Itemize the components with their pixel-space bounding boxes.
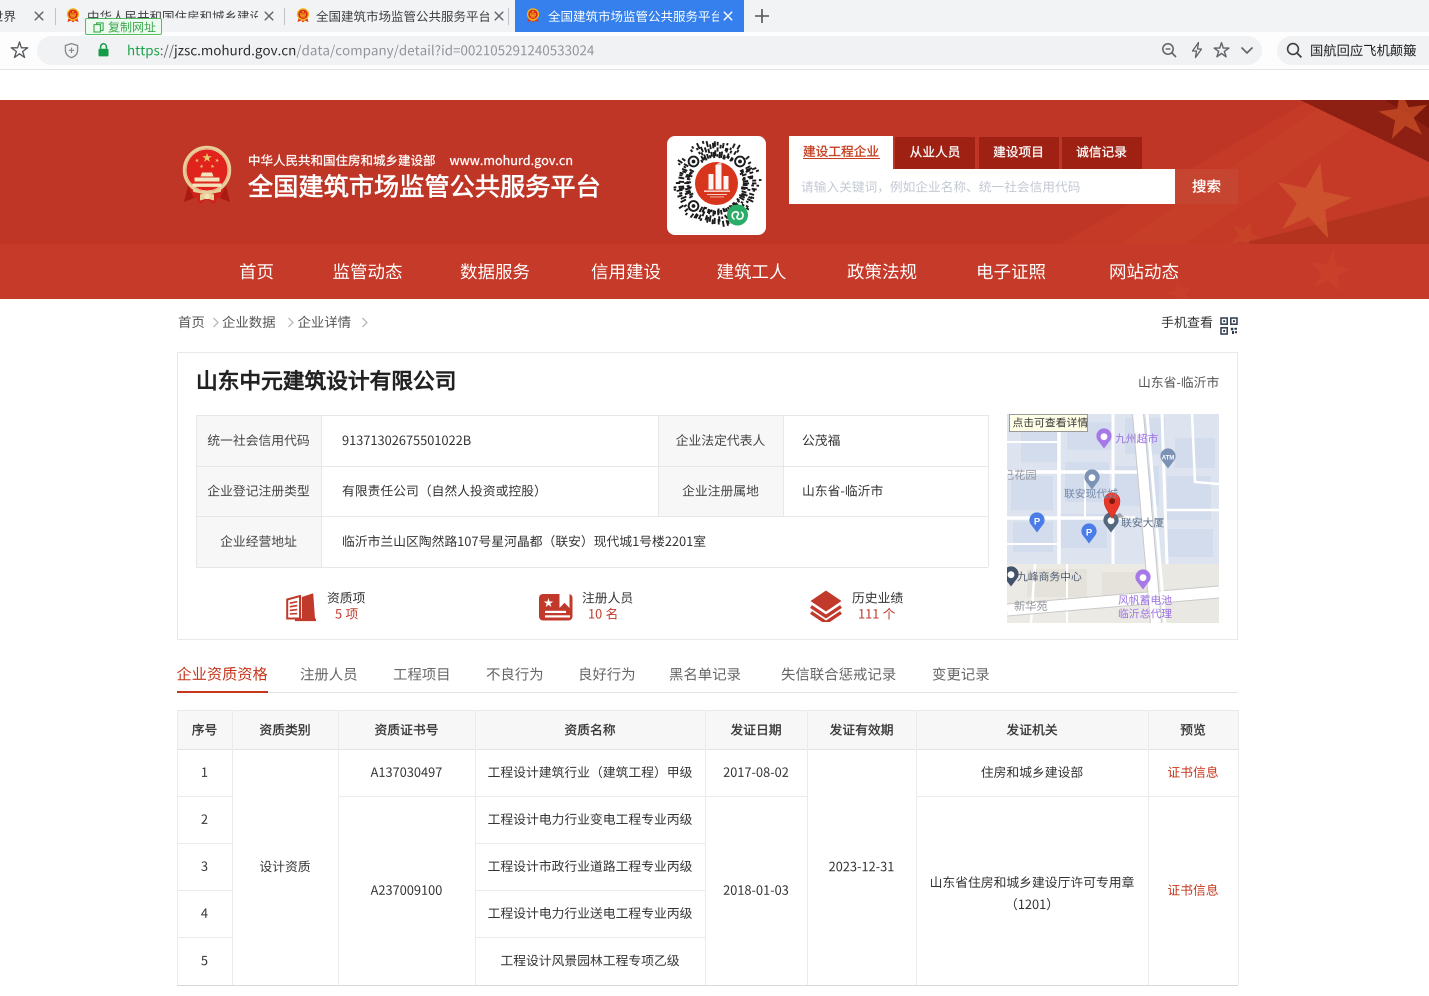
svg-text:P: P bbox=[1086, 527, 1093, 538]
svg-text:ATM: ATM bbox=[1162, 455, 1175, 461]
svg-text:P: P bbox=[1034, 516, 1041, 527]
